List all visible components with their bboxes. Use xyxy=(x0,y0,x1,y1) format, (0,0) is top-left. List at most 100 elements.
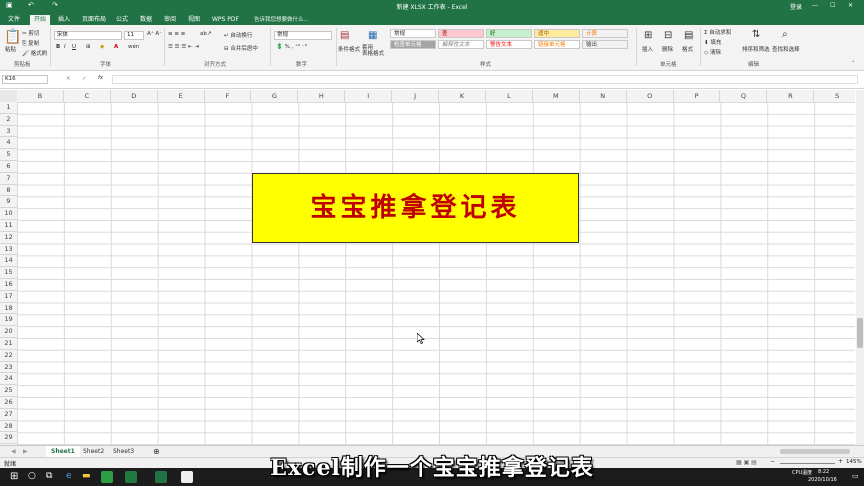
maximize-icon[interactable]: ☐ xyxy=(830,2,835,9)
formula-input[interactable] xyxy=(112,75,858,84)
row-header-11[interactable]: 11 xyxy=(0,220,17,232)
row-header-8[interactable]: 8 xyxy=(0,185,17,197)
column-header-i[interactable]: I xyxy=(345,90,393,102)
login-link[interactable]: 登录 xyxy=(790,2,802,11)
row-header-3[interactable]: 3 xyxy=(0,126,17,138)
style-neutral[interactable]: 适中 xyxy=(534,29,580,38)
row-header-2[interactable]: 2 xyxy=(0,114,17,126)
orientation-icon[interactable]: ab↗ xyxy=(200,31,211,37)
row-header-4[interactable]: 4 xyxy=(0,137,17,150)
scroll-thumb[interactable] xyxy=(857,318,863,348)
sort-filter-button[interactable]: 排序和筛选 xyxy=(742,45,770,53)
row-header-15[interactable]: 15 xyxy=(0,267,17,279)
tab-view[interactable]: 视图 xyxy=(184,15,204,25)
row-header-27[interactable]: 27 xyxy=(0,409,17,421)
column-header-o[interactable]: O xyxy=(627,90,674,102)
align-left-icon[interactable]: ☰ ☰ ☰ ⇤ ⇥ xyxy=(168,44,199,50)
autosum-button[interactable]: Σ 自动求和 xyxy=(704,28,731,36)
row-header-23[interactable]: 23 xyxy=(0,362,17,374)
align-top-icon[interactable]: ≡ ≡ ≡ xyxy=(168,31,185,37)
row-header-14[interactable]: 14 xyxy=(0,255,17,268)
row-header-20[interactable]: 20 xyxy=(0,326,17,338)
row-header-19[interactable]: 19 xyxy=(0,314,17,327)
column-header-e[interactable]: E xyxy=(158,90,205,102)
tab-wps-pdf[interactable]: WPS PDF xyxy=(208,15,243,25)
column-header-c[interactable]: C xyxy=(64,90,111,102)
style-bad[interactable]: 差 xyxy=(438,29,484,38)
column-header-h[interactable]: H xyxy=(298,90,346,102)
column-header-f[interactable]: F xyxy=(205,90,252,102)
enter-icon[interactable]: ✓ xyxy=(82,76,87,82)
close-icon[interactable]: ✕ xyxy=(848,2,853,9)
find-select-button[interactable]: 查找和选择 xyxy=(772,45,800,53)
tab-data[interactable]: 数据 xyxy=(136,15,156,25)
fill-button[interactable]: ⬇ 填充 xyxy=(704,38,721,46)
tab-review[interactable]: 审阅 xyxy=(160,15,180,25)
column-header-b[interactable]: B xyxy=(17,90,64,102)
style-explanatory[interactable]: 解释性文本 xyxy=(438,40,484,49)
insert-cells-icon[interactable]: ⊞ xyxy=(644,30,652,41)
column-header-g[interactable]: G xyxy=(252,90,299,102)
row-header-22[interactable]: 22 xyxy=(0,350,17,362)
cancel-icon[interactable]: ✕ xyxy=(66,76,71,82)
column-header-q[interactable]: Q xyxy=(721,90,768,102)
row-header-24[interactable]: 24 xyxy=(0,373,17,386)
border-icon[interactable]: ⊞ xyxy=(86,44,91,50)
row-header-6[interactable]: 6 xyxy=(0,161,17,173)
phonetic-icon[interactable]: wén xyxy=(128,44,139,50)
italic-button[interactable]: I xyxy=(64,44,66,50)
conditional-format-icon[interactable]: ▤ xyxy=(340,30,349,41)
style-warning[interactable]: 警告文本 xyxy=(486,40,532,49)
row-header-13[interactable]: 13 xyxy=(0,244,17,256)
tab-home[interactable]: 开始 xyxy=(30,15,51,25)
font-grow-icon[interactable]: A⁺ A⁻ xyxy=(147,31,162,37)
row-header-9[interactable]: 9 xyxy=(0,196,17,209)
tab-file[interactable]: 文件 xyxy=(4,15,24,25)
cell-grid[interactable] xyxy=(17,102,855,445)
bold-button[interactable]: B xyxy=(56,44,60,50)
row-header-10[interactable]: 10 xyxy=(0,208,17,220)
row-header-25[interactable]: 25 xyxy=(0,385,17,397)
style-linked-cell[interactable]: 链接单元格 xyxy=(534,40,580,49)
font-color-icon[interactable]: A xyxy=(114,44,118,50)
format-painter-button[interactable]: 🖌 格式刷 xyxy=(22,49,47,57)
row-header-5[interactable]: 5 xyxy=(0,149,17,161)
column-header-d[interactable]: D xyxy=(111,90,158,102)
row-header-12[interactable]: 12 xyxy=(0,232,17,244)
find-select-icon[interactable]: ⌕ xyxy=(782,29,788,40)
style-normal[interactable]: 常规 xyxy=(390,29,436,38)
row-header-28[interactable]: 28 xyxy=(0,421,17,433)
cut-button[interactable]: ✂ 剪切 xyxy=(22,29,39,37)
delete-cells-icon[interactable]: ⊟ xyxy=(664,30,672,41)
tab-page-layout[interactable]: 页面布局 xyxy=(78,15,110,25)
row-header-18[interactable]: 18 xyxy=(0,303,17,315)
row-header-21[interactable]: 21 xyxy=(0,338,17,350)
sort-filter-icon[interactable]: ⇅ xyxy=(752,29,760,40)
style-good[interactable]: 好 xyxy=(486,29,532,38)
currency-icon[interactable]: 💲 % , ⁺⁰ ⁻⁰ xyxy=(276,44,307,50)
merge-center-button[interactable]: ⊟ 合并后居中 xyxy=(224,44,258,52)
style-check-cell[interactable]: 检查单元格 xyxy=(390,40,436,49)
format-as-table-button[interactable]: 套用 表格格式 xyxy=(362,45,384,57)
collapse-ribbon-icon[interactable]: ˄ xyxy=(852,61,855,67)
column-header-r[interactable]: R xyxy=(767,90,815,102)
column-header-s[interactable]: S xyxy=(814,90,862,102)
name-box[interactable]: K16 xyxy=(2,75,48,84)
column-header-m[interactable]: M xyxy=(533,90,580,102)
conditional-format-button[interactable]: 条件格式 xyxy=(338,45,360,53)
tab-insert[interactable]: 插入 xyxy=(54,15,74,25)
column-header-j[interactable]: J xyxy=(392,90,440,102)
tab-formulas[interactable]: 公式 xyxy=(112,15,132,25)
row-header-16[interactable]: 16 xyxy=(0,279,17,291)
font-name-select[interactable]: 宋体 xyxy=(54,31,122,40)
wrap-text-button[interactable]: ↵ 自动换行 xyxy=(224,31,252,39)
column-header-l[interactable]: L xyxy=(486,90,533,102)
format-cells-button[interactable]: 格式 xyxy=(682,45,693,53)
column-header-n[interactable]: N xyxy=(580,90,627,102)
vertical-scrollbar[interactable] xyxy=(856,90,864,445)
minimize-icon[interactable]: — xyxy=(812,2,818,9)
paste-button[interactable]: 粘贴 xyxy=(5,45,16,53)
row-header-7[interactable]: 7 xyxy=(0,173,17,185)
insert-function-button[interactable]: fx xyxy=(98,75,103,81)
paste-icon[interactable]: 📋 xyxy=(4,29,21,45)
